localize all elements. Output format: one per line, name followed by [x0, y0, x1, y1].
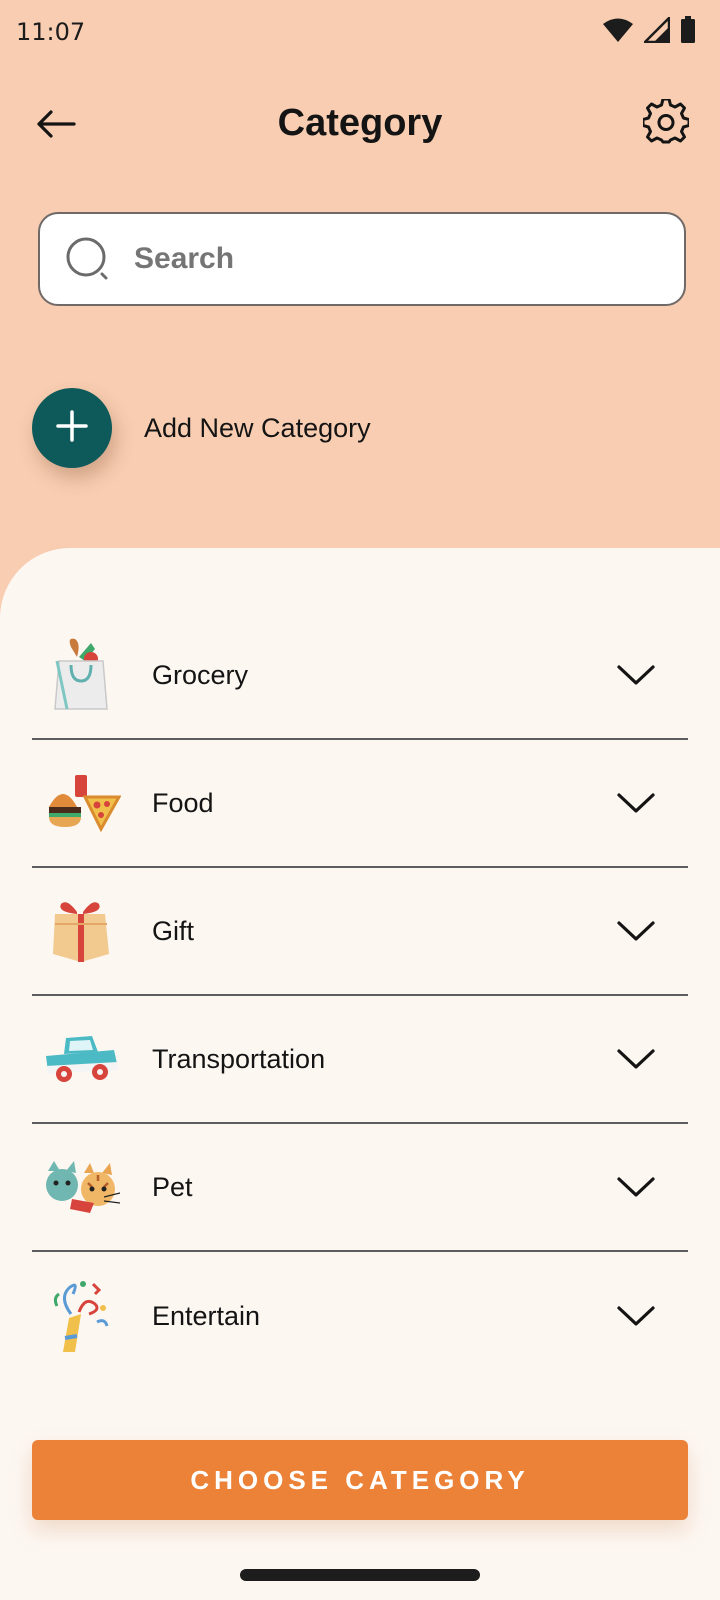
plus-icon — [55, 409, 89, 448]
chevron-down-icon[interactable] — [616, 1302, 656, 1330]
category-label: Food — [152, 787, 214, 818]
wifi-icon — [602, 17, 634, 43]
chevron-down-icon[interactable] — [616, 661, 656, 689]
category-label: Pet — [152, 1171, 193, 1202]
category-list: Grocery Food Gift Transportation Pet Ent… — [32, 612, 688, 1380]
gear-icon — [641, 97, 691, 150]
category-label: Transportation — [152, 1043, 326, 1074]
settings-button[interactable] — [640, 97, 692, 150]
app-bar: Category — [0, 82, 720, 170]
category-item-grocery[interactable]: Grocery — [32, 612, 688, 740]
category-item-pet[interactable]: Pet — [32, 1124, 688, 1252]
grocery-bag-icon — [42, 635, 122, 715]
status-time: 11:07 — [16, 18, 86, 46]
status-icons — [602, 16, 696, 44]
chevron-down-icon[interactable] — [616, 1045, 656, 1073]
home-indicator[interactable] — [240, 1569, 480, 1581]
category-label: Grocery — [152, 659, 249, 690]
search-icon — [64, 235, 112, 283]
chevron-down-icon[interactable] — [616, 789, 656, 817]
category-item-entertain[interactable]: Entertain — [32, 1252, 688, 1380]
choose-category-button[interactable]: CHOOSE CATEGORY — [32, 1440, 688, 1520]
party-popper-icon — [42, 1276, 122, 1356]
add-category-label: Add New Category — [144, 412, 371, 443]
status-bar: 11:07 — [0, 0, 720, 62]
search-box — [38, 212, 686, 306]
category-item-food[interactable]: Food — [32, 740, 688, 868]
category-item-gift[interactable]: Gift — [32, 868, 688, 996]
pets-icon — [42, 1147, 122, 1227]
gift-box-icon — [42, 891, 122, 971]
category-label: Gift — [152, 915, 195, 946]
category-item-transportation[interactable]: Transportation — [32, 996, 688, 1124]
search-input[interactable] — [132, 241, 616, 277]
fast-food-icon — [42, 763, 122, 843]
add-new-category-button[interactable]: Add New Category — [32, 388, 371, 468]
battery-icon — [680, 16, 696, 44]
chevron-down-icon[interactable] — [616, 917, 656, 945]
page-title: Category — [277, 102, 443, 144]
car-icon — [42, 1019, 122, 1099]
chevron-down-icon[interactable] — [616, 1173, 656, 1201]
category-label: Entertain — [152, 1300, 261, 1331]
add-category-fab[interactable] — [32, 388, 112, 468]
signal-icon — [644, 17, 670, 43]
